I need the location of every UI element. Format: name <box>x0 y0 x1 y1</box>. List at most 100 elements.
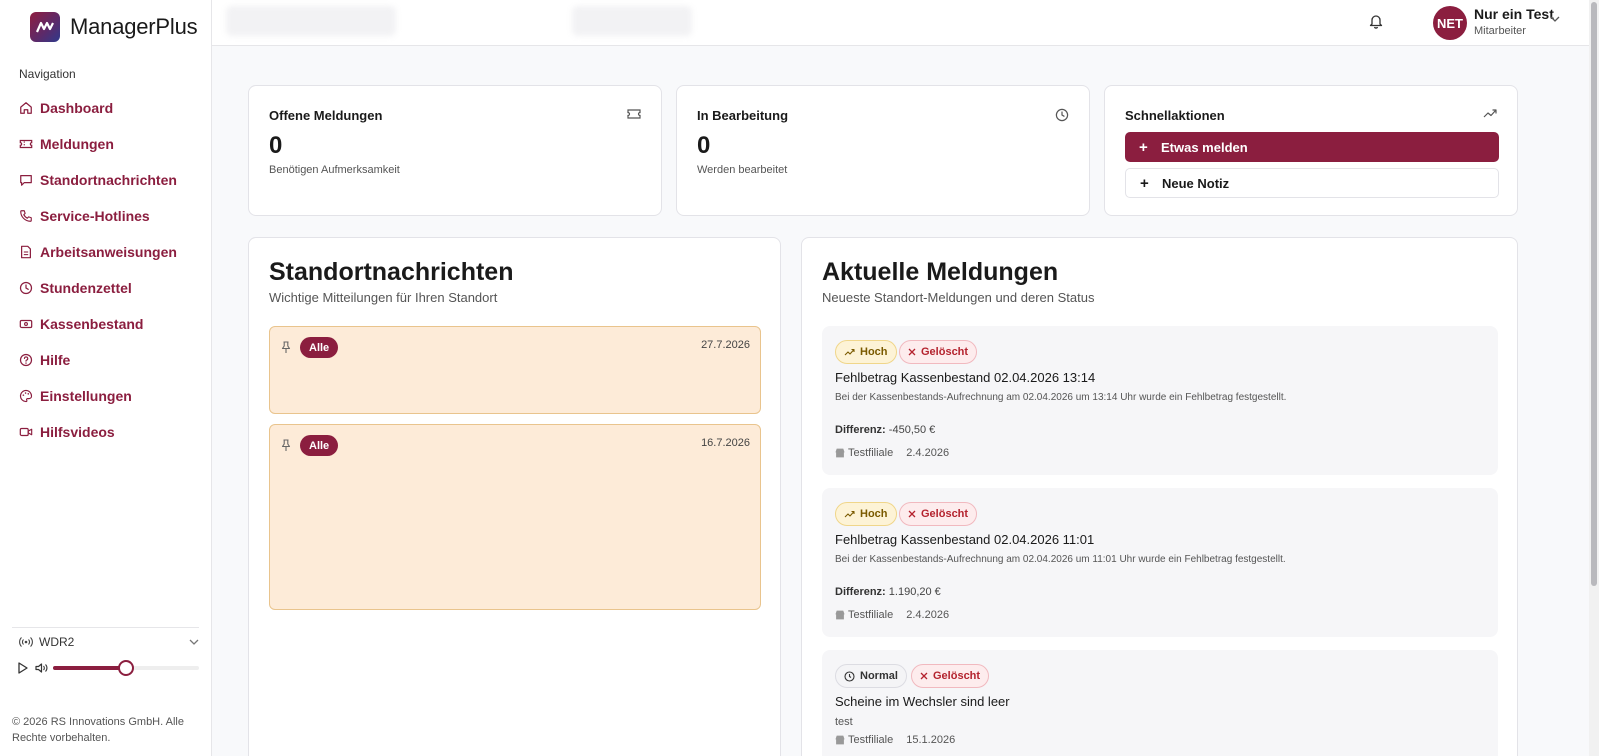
user-name[interactable]: Nur ein Test <box>1474 6 1554 22</box>
plus-icon: + <box>1139 138 1148 156</box>
x-icon <box>908 510 916 518</box>
stat-subtitle: Werden bearbeitet <box>697 164 788 176</box>
radio-player <box>17 659 199 677</box>
report-something-button[interactable]: + Etwas melden <box>1125 132 1499 162</box>
priority-label: Hoch <box>860 508 888 520</box>
sidebar-item-label: Einstellungen <box>40 388 132 404</box>
sidebar: ManagerPlus Navigation Dashboard Meldung… <box>0 0 212 756</box>
sidebar-item-label: Meldungen <box>40 136 114 152</box>
section-title: Aktuelle Meldungen <box>822 258 1059 286</box>
section-subtitle: Wichtige Mitteilungen für Ihren Standort <box>269 290 498 305</box>
sidebar-item-label: Service-Hotlines <box>40 208 150 224</box>
trending-up-icon <box>844 510 855 518</box>
sidebar-item-label: Stundenzettel <box>40 280 132 296</box>
priority-badge: Hoch <box>835 502 897 526</box>
button-label: Neue Notiz <box>1162 175 1230 191</box>
trending-up-icon <box>844 348 855 356</box>
location-news-item[interactable]: Alle 16.7.2026 <box>269 424 761 610</box>
report-location: Testfiliale <box>848 447 894 459</box>
palette-icon <box>20 389 33 403</box>
report-title: Fehlbetrag Kassenbestand 02.04.2026 11:0… <box>835 532 1095 547</box>
status-label: Gelöscht <box>933 670 981 682</box>
volume-fill <box>53 666 126 670</box>
section-subtitle: Neueste Standort-Meldungen und deren Sta… <box>822 290 1095 305</box>
news-date: 27.7.2026 <box>701 339 750 351</box>
file-icon <box>21 245 31 259</box>
report-date: 15.1.2026 <box>906 734 956 746</box>
report-date: 2.4.2026 <box>906 609 950 621</box>
difference-value: 1.190,20 € <box>888 586 941 598</box>
location-news-item[interactable]: Alle 27.7.2026 <box>269 326 761 414</box>
ticket-icon <box>627 109 641 119</box>
app-logo <box>30 12 60 42</box>
new-note-button[interactable]: + Neue Notiz <box>1125 168 1499 198</box>
priority-badge: Normal <box>835 664 907 688</box>
stat-card-in-progress: In Bearbeitung 0 Werden bearbeitet <box>676 85 1090 216</box>
recent-reports-card: Aktuelle Meldungen Neueste Standort-Meld… <box>801 237 1518 756</box>
blurred-region <box>226 6 396 36</box>
button-label: Etwas melden <box>1161 139 1248 155</box>
report-meta: Testfiliale 2.4.2026 <box>835 447 949 459</box>
volume-thumb[interactable] <box>118 660 134 676</box>
user-role: Mitarbeiter <box>1474 25 1526 37</box>
brand[interactable]: ManagerPlus <box>30 12 198 42</box>
section-title: Standortnachrichten <box>269 258 514 286</box>
phone-icon <box>20 210 32 222</box>
sidebar-item-label: Kassenbestand <box>40 316 144 332</box>
stat-title: In Bearbeitung <box>697 108 789 123</box>
report-item[interactable]: Hoch Gelöscht Fehlbetrag Kassenbestand 0… <box>822 326 1498 475</box>
copyright-footer: © 2026 RS Innovations GmbH. Alle Rechte … <box>12 716 184 744</box>
store-icon <box>835 735 845 745</box>
scrollbar-thumb[interactable] <box>1591 2 1597 586</box>
status-label: Gelöscht <box>921 346 969 358</box>
blurred-region <box>572 6 692 36</box>
page-scrollbar[interactable] <box>1589 0 1599 756</box>
sidebar-item-meldungen[interactable]: Meldungen <box>19 126 199 162</box>
sidebar-item-hilfe[interactable]: Hilfe <box>19 342 199 378</box>
report-location: Testfiliale <box>848 609 894 621</box>
sidebar-item-arbeitsanweisungen[interactable]: Arbeitsanweisungen <box>19 234 199 270</box>
status-badge: Gelöscht <box>899 340 978 364</box>
volume-slider[interactable] <box>53 659 199 677</box>
sidebar-nav: Dashboard Meldungen Standortnachrichten … <box>19 90 199 450</box>
clock-icon <box>844 670 855 682</box>
cash-icon <box>19 319 33 329</box>
status-badge: Gelöscht <box>899 502 978 526</box>
priority-label: Normal <box>860 670 898 682</box>
x-icon <box>920 672 928 680</box>
bell-icon[interactable] <box>1369 13 1383 29</box>
audience-badge: Alle <box>300 435 339 456</box>
avatar[interactable]: NET <box>1433 6 1467 40</box>
sidebar-item-stundenzettel[interactable]: Stundenzettel <box>19 270 199 306</box>
trending-up-icon <box>1483 109 1497 118</box>
report-difference: Differenz: 1.190,20 € <box>835 586 941 598</box>
radio-station-select[interactable]: WDR2 <box>19 634 199 650</box>
pin-icon <box>281 341 291 353</box>
status-label: Gelöscht <box>921 508 969 520</box>
sidebar-item-standortnachrichten[interactable]: Standortnachrichten <box>19 162 199 198</box>
ticket-icon <box>19 139 33 149</box>
sidebar-item-hilfsvideos[interactable]: Hilfsvideos <box>19 414 199 450</box>
quick-actions-title: Schnellaktionen <box>1125 108 1225 123</box>
report-description: test <box>835 716 853 728</box>
chevron-down-icon <box>189 639 199 645</box>
radio-station-label: WDR2 <box>39 635 75 649</box>
store-icon <box>835 448 845 458</box>
chevron-down-icon[interactable] <box>1550 16 1560 22</box>
report-location: Testfiliale <box>848 734 894 746</box>
x-icon <box>908 348 916 356</box>
video-icon <box>19 427 33 437</box>
sidebar-item-service-hotlines[interactable]: Service-Hotlines <box>19 198 199 234</box>
report-difference: Differenz: -450,50 € <box>835 424 935 436</box>
volume-icon[interactable] <box>35 662 49 674</box>
pin-icon <box>281 439 291 451</box>
sidebar-item-label: Standortnachrichten <box>40 172 177 188</box>
play-icon[interactable] <box>17 662 29 674</box>
audience-badge: Alle <box>300 337 339 358</box>
report-item[interactable]: Hoch Gelöscht Fehlbetrag Kassenbestand 0… <box>822 488 1498 637</box>
clock-icon <box>1055 108 1069 122</box>
sidebar-item-einstellungen[interactable]: Einstellungen <box>19 378 199 414</box>
sidebar-item-kassenbestand[interactable]: Kassenbestand <box>19 306 199 342</box>
sidebar-item-dashboard[interactable]: Dashboard <box>19 90 199 126</box>
report-item[interactable]: Normal Gelöscht Scheine im Wechsler sind… <box>822 650 1498 756</box>
